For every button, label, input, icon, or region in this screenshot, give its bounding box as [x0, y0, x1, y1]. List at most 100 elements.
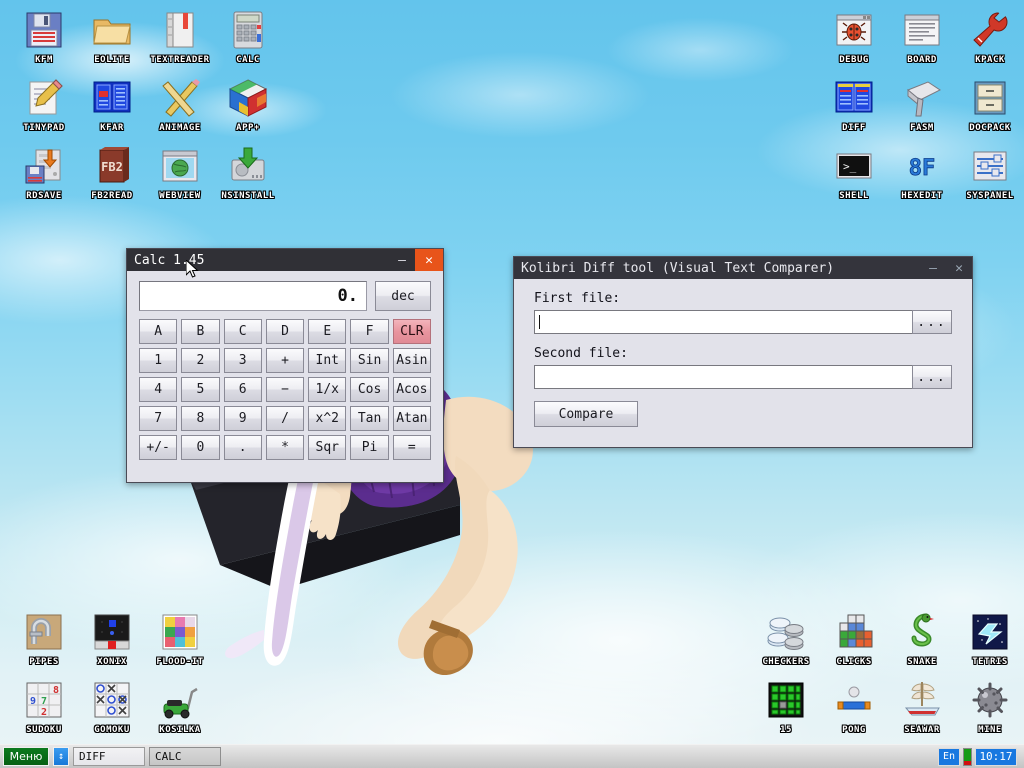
- desktop[interactable]: KFMEOLITETEXTREADERCALCTINYPADKFARANIMAG…: [0, 0, 1024, 768]
- desktop-icon-kpack[interactable]: KPACK: [956, 8, 1024, 65]
- desktop-icon-shell[interactable]: >_SHELL: [820, 144, 888, 201]
- calc-key-sqr[interactable]: Sqr: [308, 435, 346, 460]
- desktop-icon-fb2read[interactable]: FB2FB2READ: [78, 144, 146, 201]
- calc-key-asin[interactable]: Asin: [393, 348, 431, 373]
- language-indicator[interactable]: En: [938, 748, 960, 766]
- calc-key-[interactable]: =: [393, 435, 431, 460]
- desktop-icon-checkers[interactable]: CHECKERS: [752, 610, 820, 667]
- calc-key-1-x[interactable]: 1/x: [308, 377, 346, 402]
- desktop-icon-board[interactable]: BOARD: [888, 8, 956, 65]
- calc-key-[interactable]: +/-: [139, 435, 177, 460]
- calc-close-button[interactable]: ✕: [415, 249, 443, 271]
- calc-key-8[interactable]: 8: [181, 406, 219, 431]
- desktop-icon-tetris[interactable]: TETRIS: [956, 610, 1024, 667]
- taskbar-button-diff[interactable]: DIFF: [73, 747, 145, 766]
- calc-key-d[interactable]: D: [266, 319, 304, 344]
- desktop-icon-nsinstall[interactable]: NSINSTALL: [214, 144, 282, 201]
- window-kolibri-diff-tool[interactable]: Kolibri Diff tool (Visual Text Comparer)…: [513, 256, 973, 448]
- calc-key-int[interactable]: Int: [308, 348, 346, 373]
- calc-title-bar[interactable]: Calc 1.45 – ✕: [127, 249, 443, 271]
- desktop-icon-diff[interactable]: DIFF: [820, 76, 888, 133]
- calc-window-controls[interactable]: – ✕: [389, 249, 443, 271]
- calc-display[interactable]: 0.: [139, 281, 367, 311]
- calc-key-atan[interactable]: Atan: [393, 406, 431, 431]
- desktop-icon-clicks[interactable]: CLICKS: [820, 610, 888, 667]
- desktop-icon-calc[interactable]: CALC: [214, 8, 282, 65]
- desktop-icon-flood-it[interactable]: FLOOD-IT: [146, 610, 214, 667]
- desktop-icon-kfar[interactable]: KFAR: [78, 76, 146, 133]
- calc-key-[interactable]: +: [266, 348, 304, 373]
- calc-key-c[interactable]: C: [224, 319, 262, 344]
- calc-base-button[interactable]: dec: [375, 281, 431, 311]
- diff-title-bar[interactable]: Kolibri Diff tool (Visual Text Comparer)…: [514, 257, 972, 279]
- calc-key-1[interactable]: 1: [139, 348, 177, 373]
- desktop-icon-docpack[interactable]: DOCPACK: [956, 76, 1024, 133]
- desktop-icon-pong[interactable]: PONG: [820, 678, 888, 735]
- desktop-icon-textreader[interactable]: TEXTREADER: [146, 8, 214, 65]
- calc-key-[interactable]: −: [266, 377, 304, 402]
- desktop-icon-app-[interactable]: APP+: [214, 76, 282, 133]
- calculator-icon: [214, 8, 282, 52]
- system-tray[interactable]: En 10:17: [938, 748, 1021, 766]
- desktop-icon-animage[interactable]: ANIMAGE: [146, 76, 214, 133]
- calc-key-tan[interactable]: Tan: [350, 406, 388, 431]
- taskbar[interactable]: Меню ↕ DIFFCALC En 10:17: [0, 744, 1024, 768]
- calc-key-2[interactable]: 2: [181, 348, 219, 373]
- calc-key-e[interactable]: E: [308, 319, 346, 344]
- calc-minimize-button[interactable]: –: [389, 249, 415, 271]
- calc-key-[interactable]: .: [224, 435, 262, 460]
- diff-minimize-button[interactable]: –: [920, 257, 946, 279]
- desktop-icon-seawar[interactable]: SEAWAR: [888, 678, 956, 735]
- taskbar-button-calc[interactable]: CALC: [149, 747, 221, 766]
- calc-key-sin[interactable]: Sin: [350, 348, 388, 373]
- desktop-icon-hexedit[interactable]: 8FHEXEDIT: [888, 144, 956, 201]
- desktop-icon-fasm[interactable]: FASM: [888, 76, 956, 133]
- calc-key-5[interactable]: 5: [181, 377, 219, 402]
- calc-key-9[interactable]: 9: [224, 406, 262, 431]
- first-file-input[interactable]: [534, 310, 912, 334]
- desktop-icon-pipes[interactable]: PIPES: [10, 610, 78, 667]
- window-calc[interactable]: Calc 1.45 – ✕ 0. dec ABCDEFCLR 123+IntSin…: [126, 248, 444, 483]
- desktop-icon-webview[interactable]: WEBVIEW: [146, 144, 214, 201]
- desktop-icon-eolite[interactable]: EOLITE: [78, 8, 146, 65]
- calc-key-7[interactable]: 7: [139, 406, 177, 431]
- calc-key-[interactable]: *: [266, 435, 304, 460]
- up-down-arrow-icon[interactable]: ↕: [53, 747, 69, 766]
- calc-key-a[interactable]: A: [139, 319, 177, 344]
- desktop-icon-snake[interactable]: SNAKE: [888, 610, 956, 667]
- calc-keypad[interactable]: ABCDEFCLR 123+IntSinAsin 456−1/xCosAcos 789…: [139, 319, 431, 460]
- desktop-icon-mine[interactable]: MINE: [956, 678, 1024, 735]
- calc-key-pi[interactable]: Pi: [350, 435, 388, 460]
- second-file-input[interactable]: [534, 365, 912, 389]
- calc-key-4[interactable]: 4: [139, 377, 177, 402]
- desktop-icon-tinypad[interactable]: TINYPAD: [10, 76, 78, 133]
- desktop-icon-sudoku[interactable]: 8972SUDOKU: [10, 678, 78, 735]
- compare-button[interactable]: Compare: [534, 401, 638, 427]
- desktop-icon-gomoku[interactable]: GOMOKU: [78, 678, 146, 735]
- desktop-icon-debug[interactable]: DEBUG: [820, 8, 888, 65]
- desktop-icon-kfm[interactable]: KFM: [10, 8, 78, 65]
- start-menu-button[interactable]: Меню: [3, 747, 49, 766]
- calc-key-b[interactable]: B: [181, 319, 219, 344]
- calc-key-0[interactable]: 0: [181, 435, 219, 460]
- calc-key-cos[interactable]: Cos: [350, 377, 388, 402]
- desktop-icon-label: DIFF: [820, 123, 888, 133]
- desktop-icon-rdsave[interactable]: RDSAVE: [10, 144, 78, 201]
- desktop-icon-xonix[interactable]: XONIX: [78, 610, 146, 667]
- calc-key-3[interactable]: 3: [224, 348, 262, 373]
- clock[interactable]: 10:17: [975, 748, 1017, 766]
- diff-close-button[interactable]: ✕: [946, 257, 972, 279]
- desktop-icon-kosilka[interactable]: KOSILKA: [146, 678, 214, 735]
- diff-window-controls[interactable]: – ✕: [920, 257, 972, 279]
- desktop-icon-15[interactable]: 15: [752, 678, 820, 735]
- calc-key-6[interactable]: 6: [224, 377, 262, 402]
- desktop-icon-syspanel[interactable]: SYSPANEL: [956, 144, 1024, 201]
- task-button-list[interactable]: DIFFCALC: [73, 747, 221, 766]
- first-file-browse-button[interactable]: ...: [912, 310, 952, 334]
- calc-key-[interactable]: /: [266, 406, 304, 431]
- calc-key-acos[interactable]: Acos: [393, 377, 431, 402]
- calc-key-clr[interactable]: CLR: [393, 319, 431, 344]
- calc-key-f[interactable]: F: [350, 319, 388, 344]
- calc-key-x-2[interactable]: x^2: [308, 406, 346, 431]
- second-file-browse-button[interactable]: ...: [912, 365, 952, 389]
